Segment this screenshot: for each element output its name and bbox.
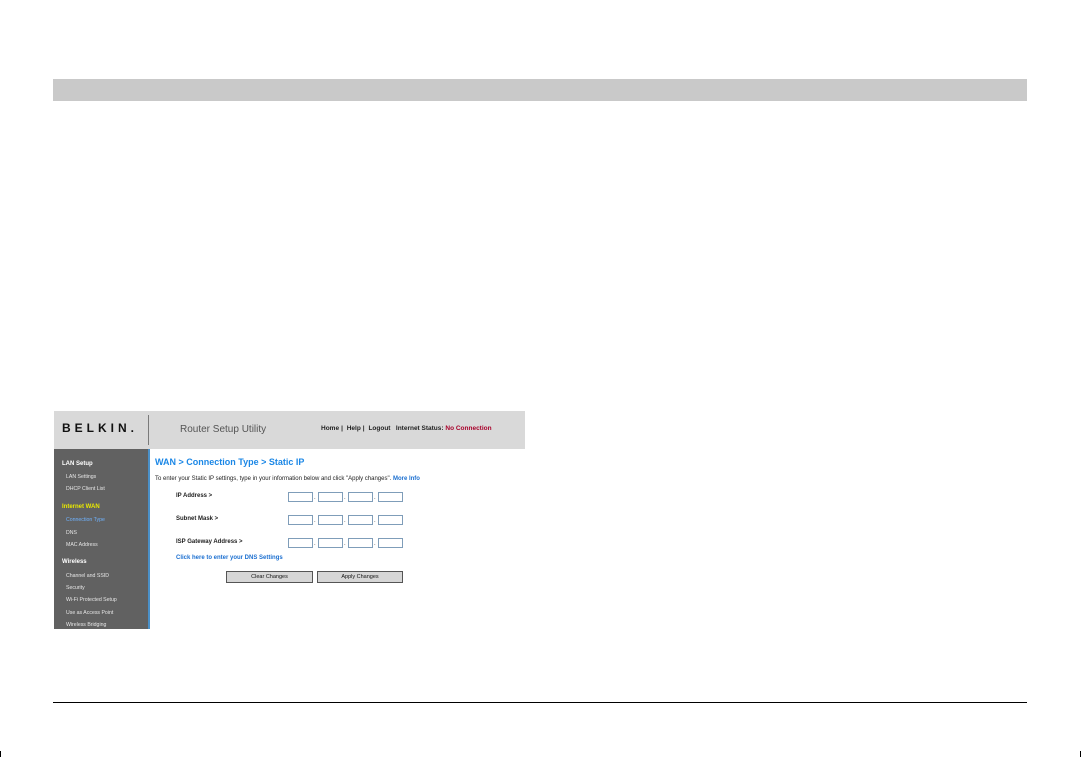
clear-changes-button[interactable]: Clear Changes <box>226 571 313 583</box>
app-title: Router Setup Utility <box>180 424 267 435</box>
subnet-mask-octet-1[interactable] <box>288 515 313 525</box>
internet-status-value: No Connection <box>445 425 492 432</box>
subnet-mask-octet-2[interactable] <box>318 515 343 525</box>
sidebar-item-dns[interactable]: DNS <box>66 530 77 536</box>
sidebar-item-mac-address[interactable]: MAC Address <box>66 542 98 548</box>
header-nav: Home | Help | Logout Internet Status: No C… <box>321 425 492 432</box>
gateway-address-octet-2[interactable] <box>318 538 343 548</box>
crop-mark <box>0 751 1 757</box>
octet-separator: . <box>374 495 376 501</box>
main-content: WAN > Connection Type > Static IP To ent… <box>150 449 525 629</box>
header-bar <box>53 79 1027 101</box>
dns-settings-link[interactable]: Click here to enter your DNS Settings <box>176 555 283 561</box>
subnet-mask-octet-4[interactable] <box>378 515 403 525</box>
ip-address-octet-2[interactable] <box>318 492 343 502</box>
internet-status-label: Internet Status: <box>395 425 444 432</box>
sidebar-item-wifi-protected-setup[interactable]: Wi-Fi Protected Setup <box>66 597 117 603</box>
octet-separator: . <box>344 541 346 547</box>
sidebar-header-internet-wan: Internet WAN <box>62 504 100 510</box>
nav-separator: | <box>362 425 365 432</box>
ip-address-octet-3[interactable] <box>348 492 373 502</box>
sidebar-item-wireless-bridging[interactable]: Wireless Bridging <box>66 622 106 628</box>
sidebar-item-security[interactable]: Security <box>66 585 85 591</box>
ip-address-octet-4[interactable] <box>378 492 403 502</box>
octet-separator: . <box>314 495 316 501</box>
subnet-mask-octet-3[interactable] <box>348 515 373 525</box>
sidebar-item-connection-type[interactable]: Connection Type <box>66 517 105 523</box>
sidebar-item-lan-settings[interactable]: LAN Settings <box>66 474 96 480</box>
more-info-link[interactable]: More Info <box>393 476 420 482</box>
page-title: WAN > Connection Type > Static IP <box>155 457 305 467</box>
gateway-address-octet-1[interactable] <box>288 538 313 548</box>
apply-changes-button[interactable]: Apply Changes <box>317 571 403 583</box>
footer-rule <box>53 702 1027 703</box>
logout-link[interactable]: Logout <box>368 425 390 432</box>
help-link[interactable]: Help <box>347 425 361 432</box>
header-divider <box>148 415 149 445</box>
isp-gateway-address-label: ISP Gateway Address > <box>176 539 243 545</box>
octet-separator: . <box>314 541 316 547</box>
octet-separator: . <box>374 518 376 524</box>
gateway-address-octet-3[interactable] <box>348 538 373 548</box>
belkin-logo: BELKIN. <box>62 421 138 435</box>
sidebar: LAN Setup LAN Settings DHCP Client List … <box>54 449 150 629</box>
octet-separator: . <box>374 541 376 547</box>
intro-sentence: To enter your Static IP settings, type i… <box>155 476 392 482</box>
sidebar-item-use-as-access-point[interactable]: Use as Access Point <box>66 610 113 616</box>
home-link[interactable]: Home <box>321 425 339 432</box>
sidebar-item-channel-and-ssid[interactable]: Channel and SSID <box>66 573 109 579</box>
sidebar-header-lan-setup: LAN Setup <box>62 461 93 467</box>
ip-address-label: IP Address > <box>176 493 213 499</box>
octet-separator: . <box>344 518 346 524</box>
intro-text: To enter your Static IP settings, type i… <box>155 476 420 482</box>
gateway-address-octet-4[interactable] <box>378 538 403 548</box>
nav-separator: | <box>341 425 343 432</box>
ip-address-octet-1[interactable] <box>288 492 313 502</box>
octet-separator: . <box>344 495 346 501</box>
router-screenshot: BELKIN. Router Setup Utility Home | Help |… <box>54 411 525 629</box>
subnet-mask-label: Subnet Mask > <box>176 516 219 522</box>
octet-separator: . <box>314 518 316 524</box>
router-header: BELKIN. Router Setup Utility Home | Help |… <box>54 411 525 449</box>
sidebar-item-dhcp-client-list[interactable]: DHCP Client List <box>66 486 105 492</box>
sidebar-header-wireless: Wireless <box>62 559 87 565</box>
